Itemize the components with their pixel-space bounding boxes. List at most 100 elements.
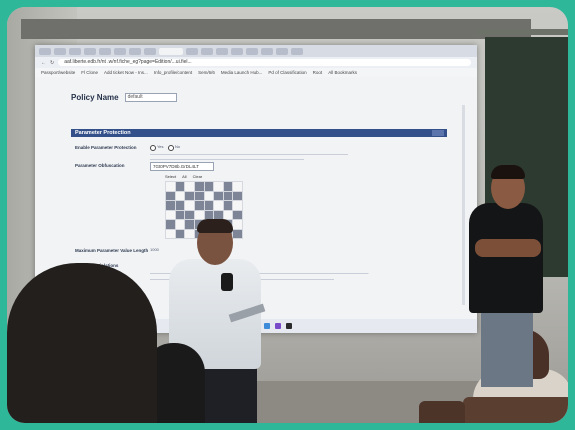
tab[interactable] [201, 47, 213, 55]
grid-cell[interactable] [175, 220, 185, 229]
grid-cell[interactable] [166, 182, 175, 191]
bookmark[interactable]: Passport/website [41, 70, 75, 75]
grid-cell[interactable] [233, 201, 242, 210]
photo: ← ↻ aaf.liberte.edb.fr/nt .w/nf.fiche_eg… [7, 7, 568, 423]
bookmark[interactable]: Sem/6/6 [198, 70, 215, 75]
grid-cell[interactable] [233, 210, 242, 219]
grid-cell[interactable] [204, 201, 214, 210]
back-icon[interactable]: ← [41, 60, 46, 66]
max-length-value[interactable]: 1000 [150, 247, 159, 253]
grid-cell[interactable] [185, 182, 194, 191]
grid-cell[interactable] [185, 201, 194, 210]
grid-controls: Select All Clear [165, 174, 202, 179]
radio-no[interactable] [168, 145, 174, 151]
grid-cell[interactable] [166, 229, 175, 238]
grid-cell[interactable] [175, 210, 185, 219]
grid-cell[interactable] [214, 210, 223, 219]
grid-cell[interactable] [175, 182, 185, 191]
grid-cell[interactable] [204, 210, 214, 219]
grid-cell[interactable] [214, 191, 223, 200]
presenter-two [469, 203, 543, 313]
bookmark[interactable]: Root [313, 70, 323, 75]
tab[interactable] [84, 47, 96, 55]
grid-cell[interactable] [166, 220, 175, 229]
chair [463, 397, 568, 423]
grid-cell[interactable] [214, 201, 223, 210]
bookmark[interactable]: Fl Clone [81, 70, 98, 75]
grid-cell[interactable] [223, 201, 233, 210]
tab[interactable] [69, 47, 81, 55]
tab[interactable] [291, 47, 303, 55]
row-label: Parameter Obfuscation [75, 163, 125, 168]
reload-icon[interactable]: ↻ [50, 60, 54, 66]
page-title: Policy Name [71, 92, 119, 102]
tab[interactable] [246, 47, 258, 55]
tab[interactable] [54, 47, 66, 55]
app-icon[interactable] [275, 323, 281, 329]
section-title-bar: Parameter Protection [71, 129, 447, 137]
tab[interactable] [276, 47, 288, 55]
grid-clear-link[interactable]: Clear [193, 174, 203, 179]
presenter-two-legs [481, 307, 533, 387]
bookmark[interactable]: Info_profile/content [154, 70, 192, 75]
grid-cell[interactable] [194, 191, 204, 200]
grid-cell[interactable] [166, 201, 175, 210]
grid-cell[interactable] [185, 191, 194, 200]
tab[interactable] [99, 47, 111, 55]
grid-cell[interactable] [233, 220, 242, 229]
scrollbar[interactable] [462, 105, 465, 305]
grid-all-link[interactable]: All [182, 174, 186, 179]
url-field[interactable]: aaf.liberte.edb.fr/nt .w/nf.fiche_eg?pag… [58, 59, 471, 66]
grid-cell[interactable] [204, 182, 214, 191]
grid-cell[interactable] [223, 182, 233, 191]
tab[interactable] [216, 47, 228, 55]
grid-cell[interactable] [194, 210, 204, 219]
bookmark[interactable]: Pd of Classification [268, 70, 306, 75]
radio-yes[interactable] [150, 145, 156, 151]
grid-cell[interactable] [175, 191, 185, 200]
grid-cell[interactable] [175, 201, 185, 210]
bookmark[interactable]: Add ticket Now - Ins... [104, 70, 148, 75]
bookmark[interactable]: All Bookmarks [328, 70, 357, 75]
tab[interactable] [129, 47, 141, 55]
chair [419, 401, 465, 423]
policy-field[interactable]: default [124, 92, 177, 102]
grid-cell[interactable] [233, 191, 242, 200]
browser-icon[interactable] [264, 323, 270, 329]
tab[interactable] [144, 47, 156, 55]
address-bar: ← ↻ aaf.liberte.edb.fr/nt .w/nf.fiche_eg… [35, 57, 477, 68]
grid-cell[interactable] [214, 182, 223, 191]
bookmark[interactable]: Media Launch Hub... [221, 70, 263, 75]
tab[interactable] [186, 47, 198, 55]
browser-tabbar [35, 45, 477, 57]
bookmarks-bar: Passport/website Fl Clone Add ticket Now… [35, 68, 477, 77]
board-frame [477, 29, 568, 35]
tab[interactable] [231, 47, 243, 55]
grid-cell[interactable] [194, 201, 204, 210]
row-label: Maximum Parameter Value Length [75, 248, 149, 253]
tab-active[interactable] [159, 47, 183, 55]
grid-cell[interactable] [166, 210, 175, 219]
grid-cell[interactable] [204, 191, 214, 200]
tab[interactable] [39, 47, 51, 55]
section-action-button[interactable] [432, 130, 444, 136]
terminal-icon[interactable] [286, 323, 292, 329]
grid-cell[interactable] [223, 191, 233, 200]
grid-select-link[interactable]: Select [165, 174, 176, 179]
grid-cell[interactable] [194, 182, 204, 191]
grid-cell[interactable] [166, 191, 175, 200]
grid-cell[interactable] [185, 229, 194, 238]
grid-cell[interactable] [223, 210, 233, 219]
row-label: Enable Parameter Protection [75, 145, 137, 150]
grid-cell[interactable] [175, 229, 185, 238]
tab[interactable] [261, 47, 273, 55]
projector-frame [21, 19, 531, 39]
grid-cell[interactable] [185, 220, 194, 229]
presenter-two-arms [475, 239, 541, 257]
presenter-two-hair [491, 165, 525, 179]
tab[interactable] [114, 47, 126, 55]
obfuscation-field[interactable]: 7Gt0PV7D8b.GrDL4LT [150, 162, 214, 171]
grid-cell[interactable] [185, 210, 194, 219]
grid-cell[interactable] [233, 229, 242, 238]
grid-cell[interactable] [233, 182, 242, 191]
